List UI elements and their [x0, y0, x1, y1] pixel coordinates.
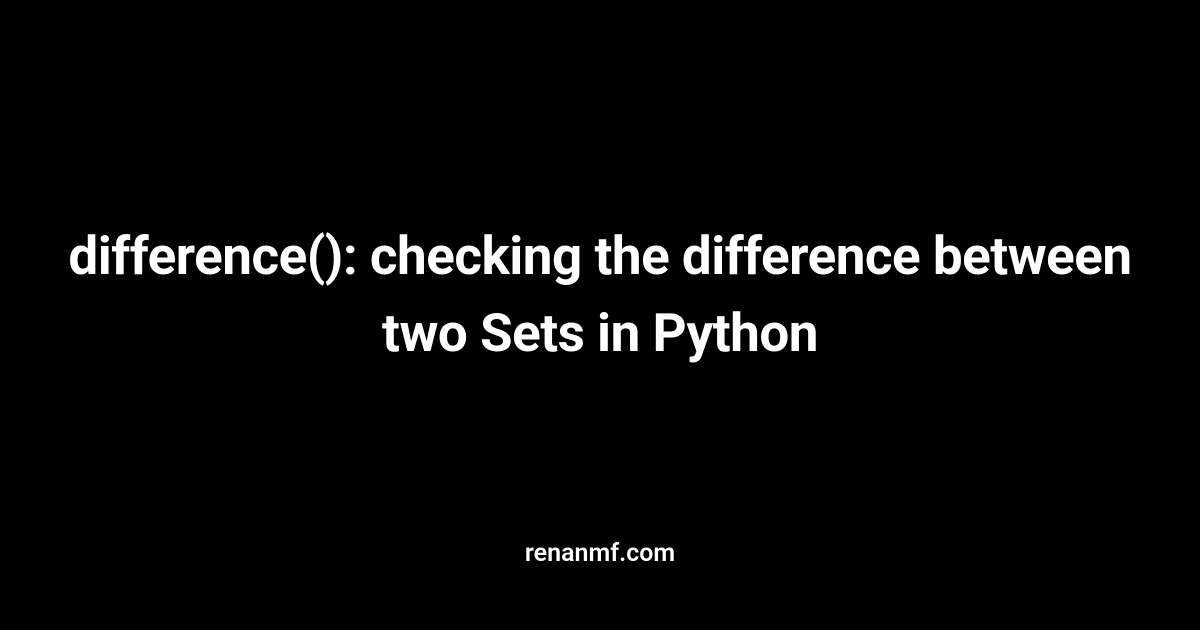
social-card: difference(): checking the difference be… [0, 0, 1200, 630]
site-domain: renanmf.com [525, 539, 675, 568]
page-title: difference(): checking the difference be… [40, 218, 1160, 372]
